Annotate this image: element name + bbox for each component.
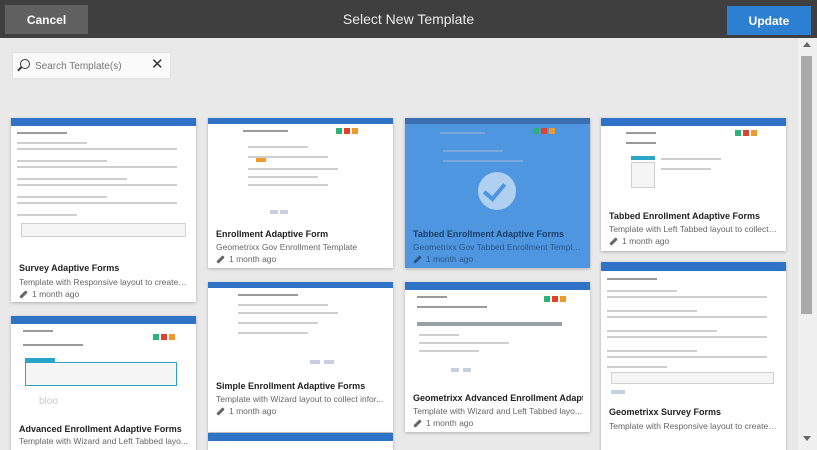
card-title: Advanced Enrollment Adaptive Forms <box>19 424 182 434</box>
vertical-scrollbar[interactable] <box>798 38 817 450</box>
card-time-text: 1 month ago <box>426 254 474 264</box>
card-description: Template with Responsive layout to creat… <box>19 277 189 287</box>
card-timestamp: 1 month ago <box>19 289 79 299</box>
card-title: Enrollment Adaptive Form <box>216 229 329 239</box>
card-time-text: 1 month ago <box>229 254 277 264</box>
search-icon <box>20 59 30 69</box>
card-title: Survey Adaptive Forms <box>19 263 120 273</box>
card-description: Template with Wizard and Left Tabbed lay… <box>19 436 188 446</box>
close-icon[interactable]: ✕ <box>151 55 164 73</box>
checkmark-icon <box>478 172 516 210</box>
card-title: Tabbed Enrollment Adaptive Forms <box>609 211 761 221</box>
template-thumbnail <box>208 118 393 216</box>
pencil-icon <box>216 407 225 416</box>
card-time-text: 1 month ago <box>32 289 80 299</box>
template-thumbnail <box>405 118 590 216</box>
card-description: Template with Left Tabbed layout to coll… <box>609 224 779 234</box>
card-description: Template with Responsive layout to creat… <box>609 421 779 431</box>
template-gallery: ✕ Survey Adaptive Forms Template with Re… <box>0 38 798 450</box>
dialog-title: Select New Template <box>342 11 475 27</box>
template-card-survey[interactable]: Survey Adaptive Forms Template with Resp… <box>11 118 196 302</box>
card-description: Template with Wizard layout to collect i… <box>216 394 384 404</box>
card-timestamp: 1 month ago <box>216 406 276 416</box>
card-description: Geometrixx Gov Enrollment Template <box>216 242 358 252</box>
template-thumbnail <box>208 282 393 370</box>
pencil-icon <box>609 237 618 246</box>
template-card-tabbed-enrollment[interactable]: Tabbed Enrollment Adaptive Forms Templat… <box>601 118 786 251</box>
card-title: Tabbed Enrollment Adaptive Forms <box>413 229 565 239</box>
scroll-down-arrow-icon[interactable] <box>803 436 811 441</box>
update-button[interactable]: Update <box>727 6 811 35</box>
template-card-enrollment[interactable]: Enrollment Adaptive Form Geometrixx Gov … <box>208 118 393 268</box>
template-card-advanced-enrollment[interactable]: bloo Advanced Enrollment Adaptive Forms … <box>11 316 196 450</box>
search-input[interactable] <box>35 57 145 75</box>
card-time-text: 1 month ago <box>229 406 277 416</box>
pencil-icon <box>216 255 225 264</box>
pencil-icon <box>19 290 28 299</box>
card-title: Simple Enrollment Adaptive Forms <box>216 381 366 391</box>
template-thumbnail <box>601 262 786 398</box>
card-timestamp: 1 month ago <box>216 254 276 264</box>
template-thumbnail <box>11 118 196 243</box>
card-time-text: 1 month ago <box>426 418 474 428</box>
pencil-icon <box>413 419 422 428</box>
card-title: Geometrixx Advanced Enrollment Adaptiv..… <box>413 393 583 403</box>
template-card-geometrixx-survey[interactable]: Geometrixx Survey Forms Template with Re… <box>601 262 786 450</box>
card-timestamp: 1 month ago <box>413 418 473 428</box>
template-thumbnail <box>601 118 786 196</box>
card-timestamp: 1 month ago <box>413 254 473 264</box>
card-time-text: 1 month ago <box>622 236 670 246</box>
template-card-simple-enrollment[interactable]: Simple Enrollment Adaptive Forms Templat… <box>208 282 393 432</box>
template-thumbnail <box>405 282 590 377</box>
card-description: Template with Wizard and Left Tabbed lay… <box>413 406 582 416</box>
scroll-thumb[interactable] <box>801 56 812 314</box>
watermark-text: bloo <box>39 396 58 407</box>
card-timestamp: 1 month ago <box>609 236 669 246</box>
template-card-tabbed-enrollment-selected[interactable]: Tabbed Enrollment Adaptive Forms Geometr… <box>405 118 590 268</box>
dialog-header: Cancel Select New Template Update <box>0 0 817 38</box>
template-card-partial[interactable] <box>208 433 393 450</box>
template-card-geometrixx-advanced[interactable]: Geometrixx Advanced Enrollment Adaptiv..… <box>405 282 590 432</box>
scroll-up-arrow-icon[interactable] <box>803 42 811 47</box>
pencil-icon <box>413 255 422 264</box>
search-box: ✕ <box>12 52 171 79</box>
card-title: Geometrixx Survey Forms <box>609 407 722 417</box>
card-description: Geometrixx Gov Tabbed Enrollment Templat… <box>413 242 583 252</box>
template-thumbnail: bloo <box>11 316 196 410</box>
